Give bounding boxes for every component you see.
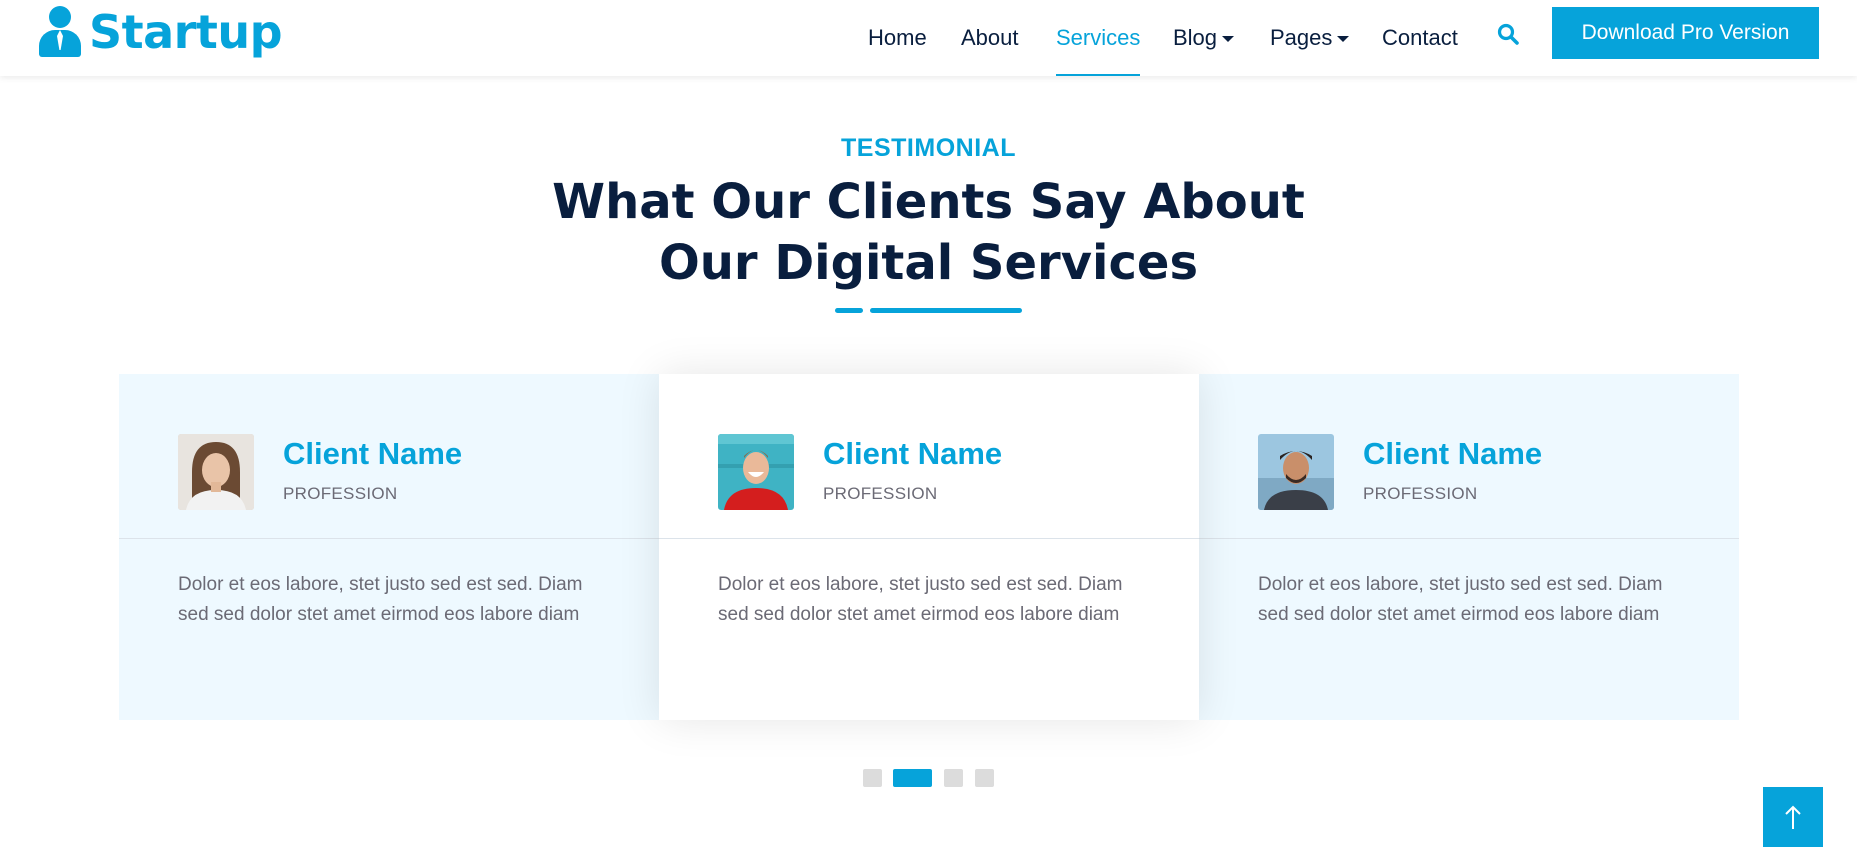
brand-logo[interactable]: Startup [37, 4, 283, 60]
brand-name: Startup [89, 5, 283, 59]
navbar: Startup Home About Services Blog Pages C… [0, 0, 1857, 76]
section-title: What Our Clients Say About Our Digital S… [0, 172, 1857, 294]
nav-contact[interactable]: Contact [1382, 0, 1458, 76]
client-profession: PROFESSION [823, 484, 938, 503]
nav-pages-label: Pages [1270, 25, 1333, 50]
card-header: Client Name PROFESSION [1199, 374, 1739, 539]
carousel-dot-1[interactable] [863, 769, 882, 787]
testimonial-card-highlighted: Client Name PROFESSION Dolor et eos labo… [659, 374, 1199, 720]
title-underline-long [870, 308, 1022, 313]
section-subtitle: TESTIMONIAL [841, 134, 1016, 162]
client-profession: PROFESSION [283, 484, 398, 503]
client-name: Client Name [823, 436, 1003, 471]
section-title-line2: Our Digital Services [658, 235, 1199, 291]
nav-home[interactable]: Home [868, 0, 927, 76]
carousel-dot-3[interactable] [944, 769, 963, 787]
arrow-up-icon [1785, 805, 1801, 829]
title-underline-short [835, 308, 863, 313]
client-name: Client Name [283, 436, 463, 471]
nav-blog[interactable]: Blog [1173, 0, 1235, 76]
nav-services[interactable]: Services [1056, 0, 1141, 76]
nav-about[interactable]: About [961, 0, 1019, 76]
client-avatar [178, 434, 254, 510]
carousel-dot-4[interactable] [975, 769, 994, 787]
client-profession: PROFESSION [1363, 484, 1478, 503]
testimonial-text: Dolor et eos labore, stet justo sed est … [718, 574, 1123, 625]
client-avatar [1258, 434, 1334, 510]
card-header: Client Name PROFESSION [119, 374, 659, 539]
client-name: Client Name [1363, 436, 1543, 471]
search-icon[interactable] [1496, 22, 1520, 46]
testimonial-text: Dolor et eos labore, stet justo sed est … [1258, 574, 1663, 625]
client-avatar [718, 434, 794, 510]
card-header: Client Name PROFESSION [659, 374, 1199, 539]
nav-blog-label: Blog [1173, 25, 1218, 50]
section-title-line1: What Our Clients Say About [552, 174, 1305, 230]
testimonial-text: Dolor et eos labore, stet justo sed est … [178, 574, 583, 625]
back-to-top-button[interactable] [1763, 787, 1823, 847]
nav-pages[interactable]: Pages [1270, 0, 1350, 76]
caret-down-icon [1337, 36, 1350, 42]
download-pro-button[interactable]: Download Pro Version [1552, 7, 1819, 59]
testimonial-card: Client Name PROFESSION Dolor et eos labo… [119, 374, 659, 720]
carousel-dot-2-active[interactable] [893, 769, 932, 787]
testimonial-card: Client Name PROFESSION Dolor et eos labo… [1199, 374, 1739, 720]
caret-down-icon [1222, 36, 1235, 42]
user-tie-icon [37, 6, 83, 58]
